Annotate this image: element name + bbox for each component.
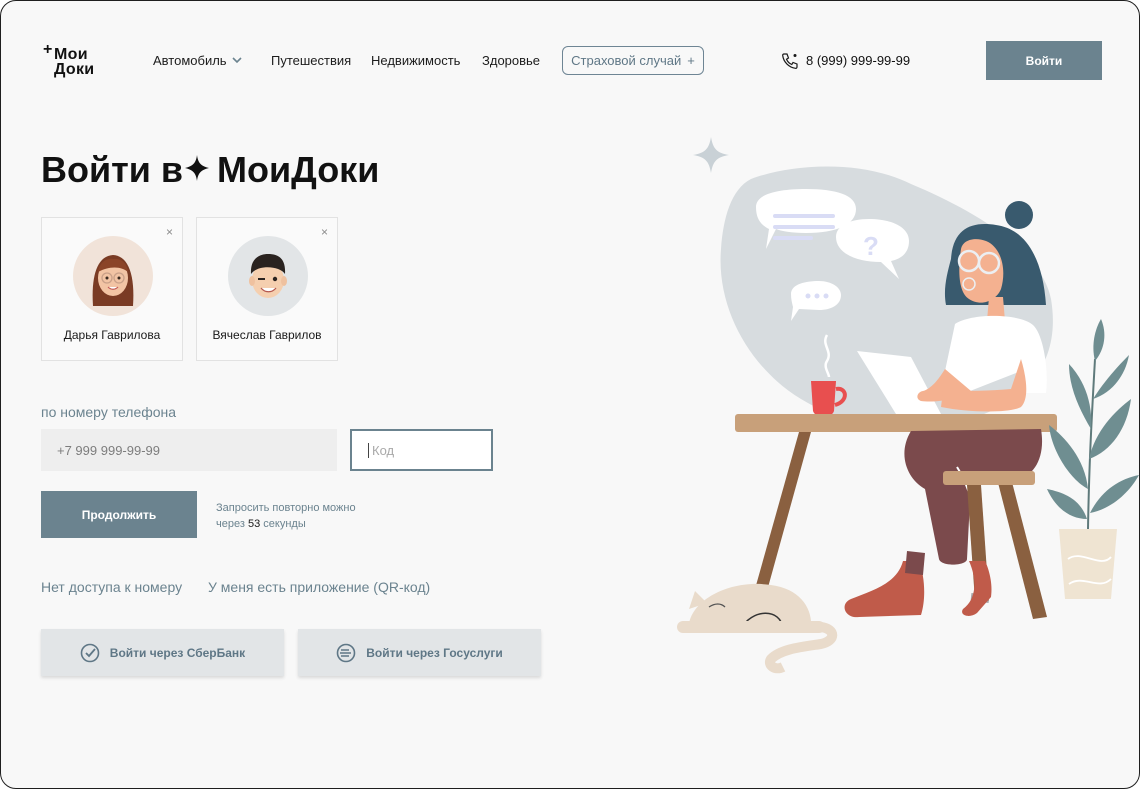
resend-prefix: через [216,518,245,530]
close-icon[interactable]: × [321,225,328,239]
sber-login-button[interactable]: Войти через СберБанк [41,629,284,676]
account-name: Дарья Гаврилова [63,328,161,342]
insurance-claim-label: Страховой случай [571,53,682,68]
gosuslugi-button-label: Войти через Госуслуги [366,645,503,660]
sber-button-label: Войти через СберБанк [109,645,246,660]
chevron-down-icon[interactable] [230,53,244,67]
nav-item-health[interactable]: Здоровье [482,53,540,68]
resend-seconds: 53 [247,518,261,530]
sparkle-icon [693,137,729,173]
account-name: Вячеслав Гаврилов [212,328,322,342]
code-input[interactable] [350,429,493,471]
plus-icon: + [687,53,695,68]
plant-pot [1059,529,1117,599]
gosuslugi-login-button[interactable]: Войти через Госуслуги [298,629,541,676]
qr-login-link[interactable]: У меня есть приложение (QR-код) [208,579,430,595]
memoji-man-icon [249,254,287,298]
memoji-woman-icon [92,255,134,306]
resend-timer: Запросить повторно можно через 53 секунд… [216,500,356,532]
page-title-brand: МоиДоки [217,149,380,190]
logo[interactable]: + Мои Доки [43,41,103,79]
nav-item-realty[interactable]: Недвижимость [371,53,460,68]
login-method-label: по номеру телефона [41,404,177,420]
page-title: Войти в [41,149,184,190]
resend-suffix: секунды [263,518,306,530]
gosuslugi-icon [336,643,356,662]
nav-item-auto[interactable]: Автомобиль [153,53,227,68]
phone-number[interactable]: 8 (999) 999-99-99 [806,53,910,68]
avatar [228,236,308,316]
text-caret [368,443,369,458]
continue-button[interactable]: Продолжить [41,491,197,538]
insurance-claim-button[interactable]: Страховой случай + [562,46,704,75]
resend-line: Запросить повторно можно [216,502,356,514]
cup [811,381,836,415]
account-card-vyacheslav[interactable]: × Вячеслав Гаврилов [196,217,338,361]
nav-item-travel[interactable]: Путешествия [271,53,351,68]
close-icon[interactable]: × [166,225,173,239]
logo-plus-icon: + [43,41,53,58]
phone-icon [782,53,798,69]
avatar [73,236,153,316]
desk [735,414,1057,432]
logo-line2: Доки [54,61,95,78]
account-card-daria[interactable]: × Дарья Гаврилова [41,217,183,361]
sber-check-icon [80,643,100,662]
page-frame: + Мои Доки Автомобиль Путешествия Недвиж… [0,0,1140,789]
plant-leaves [1047,319,1139,519]
no-access-link[interactable]: Нет доступа к номеру [41,579,182,595]
phone-input[interactable] [41,429,337,471]
login-button[interactable]: Войти [986,41,1102,80]
svg-text:?: ? [863,231,879,261]
sparkle-plus-icon [185,155,209,181]
woman-at-desk-illustration: ? [677,137,1139,674]
